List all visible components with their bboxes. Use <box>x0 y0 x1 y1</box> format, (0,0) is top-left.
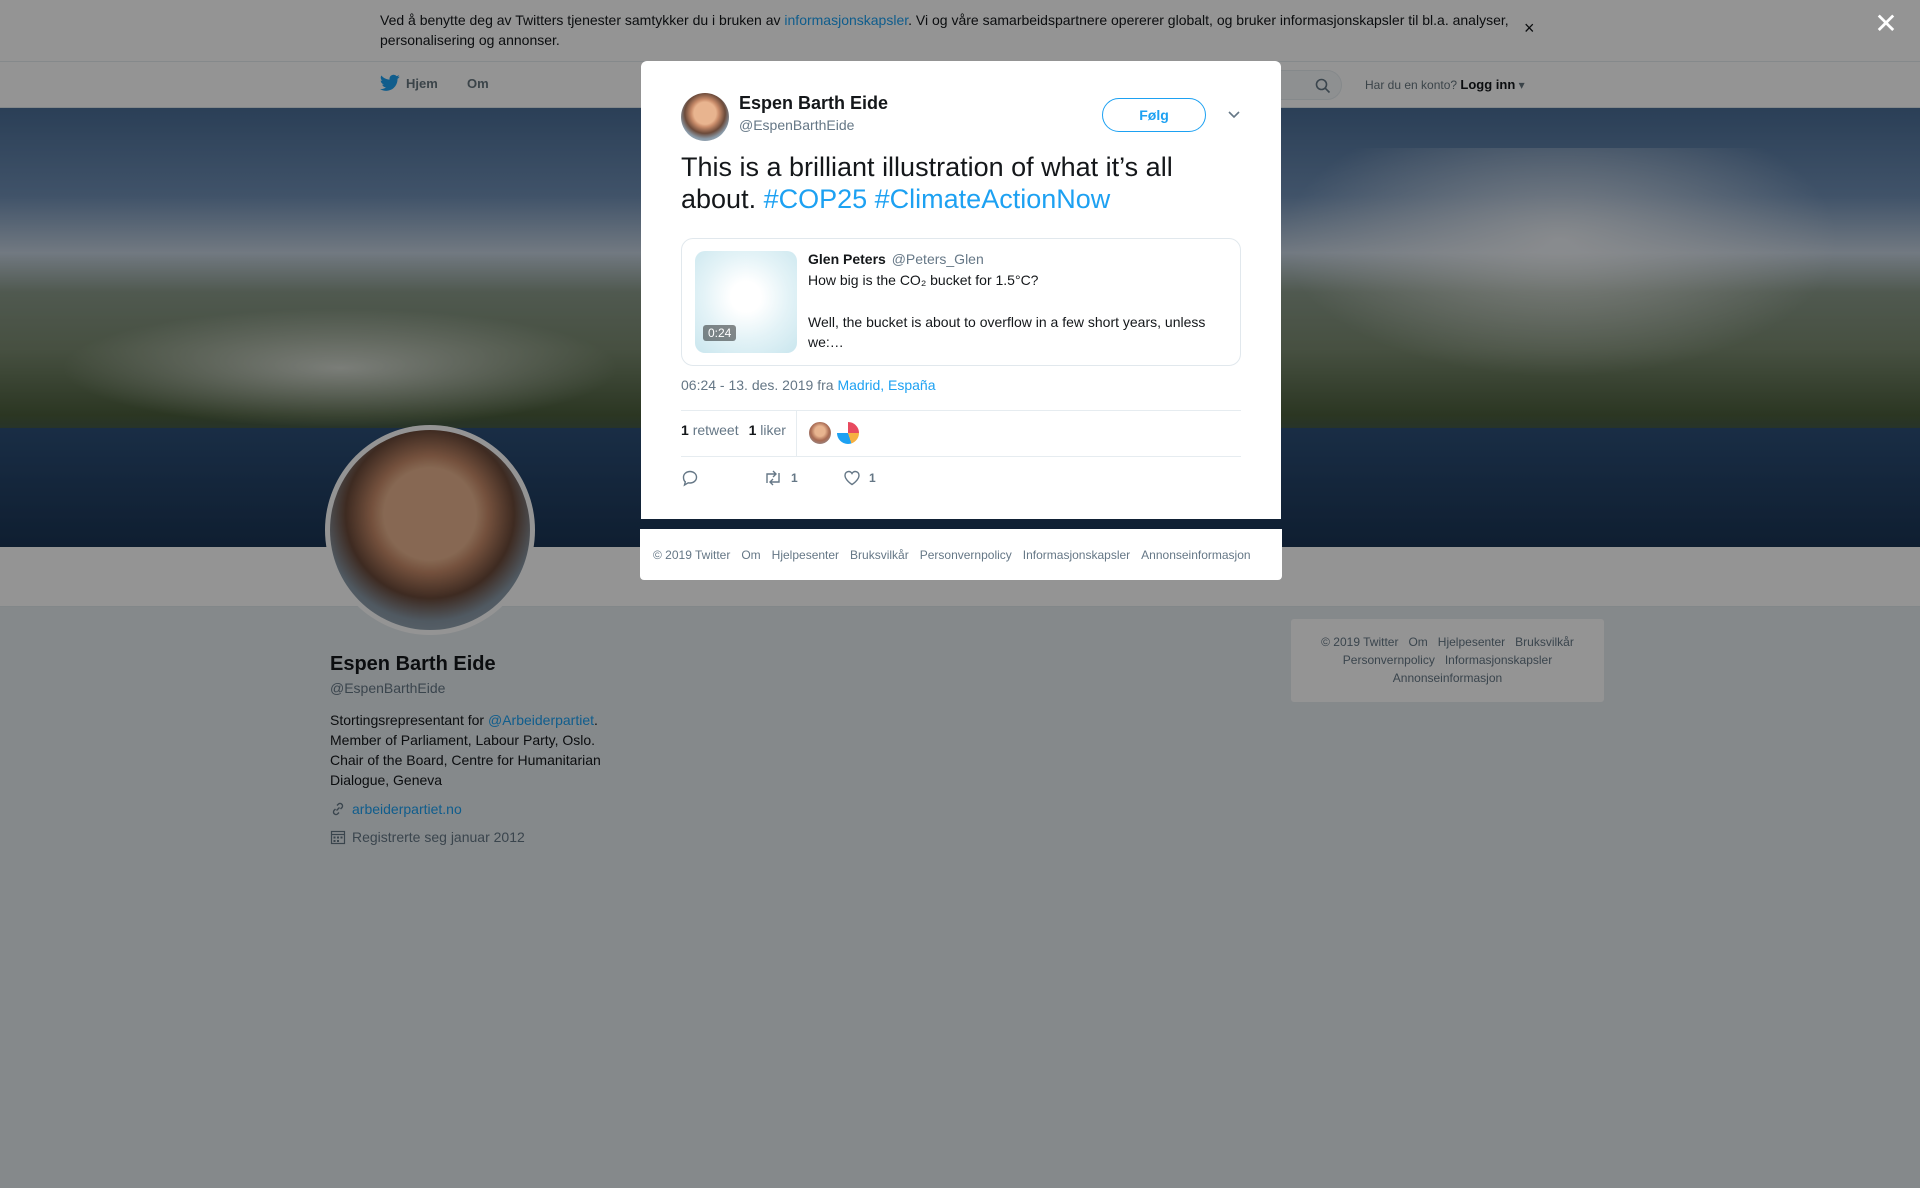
hashtag-link[interactable]: #COP25 <box>764 184 868 214</box>
retweet-icon <box>766 470 780 486</box>
liker-avatar[interactable] <box>808 421 832 445</box>
quoted-author: Glen Peters @Peters_Glen <box>808 251 984 267</box>
retweet-button[interactable]: 1 <box>763 469 843 487</box>
video-duration: 0:24 <box>703 325 737 341</box>
location-link[interactable]: Madrid, España <box>837 377 935 393</box>
tweet-text: This is a brilliant illustration of what… <box>681 152 1173 214</box>
hashtag-link[interactable]: #ClimateActionNow <box>875 184 1111 214</box>
divider <box>796 411 797 457</box>
tweet-stats: 1 retweet 1 liker <box>681 422 796 438</box>
quoted-text-line: Well, the bucket is about to overflow in… <box>808 314 1206 350</box>
reply-icon <box>682 470 698 487</box>
retweet-count: 1 <box>791 471 798 485</box>
divider <box>681 456 1241 457</box>
chevron-down-icon[interactable] <box>1225 105 1243 123</box>
footer-link[interactable]: Bruksvilkår <box>850 548 909 562</box>
quoted-tweet[interactable]: 0:24 Glen Peters @Peters_Glen How big is… <box>681 238 1241 366</box>
quoted-text-line: How big is the CO₂ bucket for 1.5°C? <box>808 272 1039 288</box>
close-icon[interactable]: ✕ <box>1874 10 1898 38</box>
tweet-modal: Espen Barth Eide @EspenBarthEide Følg Th… <box>641 61 1281 519</box>
footer-link[interactable]: Annonseinformasjon <box>1141 548 1250 562</box>
tweet-author-handle[interactable]: @EspenBarthEide <box>739 117 854 133</box>
liker-avatar[interactable] <box>836 421 860 445</box>
quoted-author-handle: @Peters_Glen <box>891 251 984 267</box>
heart-icon <box>844 470 860 486</box>
divider <box>681 410 1241 411</box>
like-count: 1 <box>869 471 876 485</box>
footer-link[interactable]: Om <box>741 548 760 562</box>
likers-avatars <box>808 421 864 445</box>
tweet-actions: 1 1 <box>681 469 876 487</box>
retweet-stat[interactable]: 1 retweet <box>681 422 739 438</box>
like-stat[interactable]: 1 liker <box>749 422 786 438</box>
like-button[interactable]: 1 <box>843 469 876 487</box>
tweet-author-avatar[interactable] <box>681 93 729 141</box>
footer-link[interactable]: Personvernpolicy <box>920 548 1012 562</box>
footer-link[interactable]: Hjelpesenter <box>772 548 839 562</box>
video-thumbnail[interactable]: 0:24 <box>695 251 797 353</box>
footer-link[interactable]: Informasjonskapsler <box>1023 548 1130 562</box>
follow-button[interactable]: Følg <box>1102 98 1206 132</box>
quoted-author-name: Glen Peters <box>808 251 886 267</box>
tweet-timestamp: 06:24 - 13. des. 2019 fra Madrid, España <box>681 377 936 393</box>
tweet-author-name[interactable]: Espen Barth Eide <box>739 93 888 114</box>
footer-link[interactable]: © 2019 Twitter <box>653 548 730 562</box>
modal-footer: © 2019 Twitter Om Hjelpesenter Bruksvilk… <box>640 529 1282 580</box>
reply-button[interactable] <box>681 469 763 487</box>
